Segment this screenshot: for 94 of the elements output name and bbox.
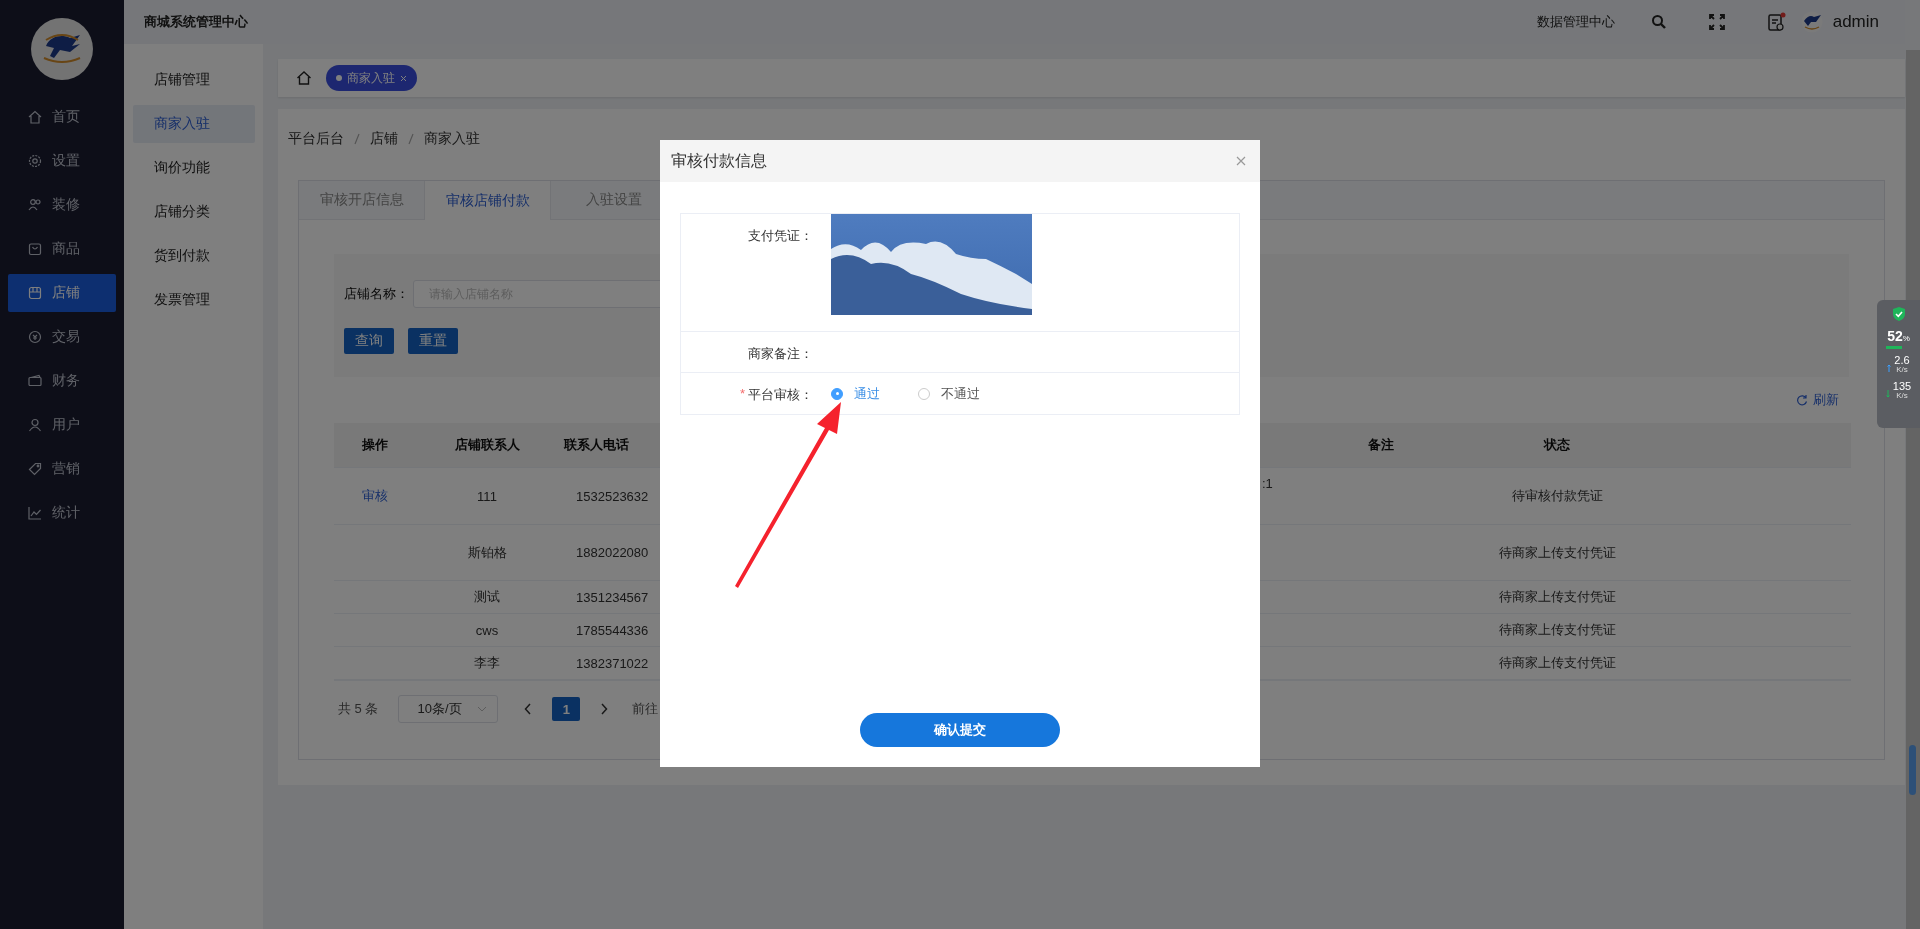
bag-icon bbox=[28, 242, 42, 256]
table-cell: 111 bbox=[477, 488, 497, 504]
next-page-icon[interactable] bbox=[600, 703, 609, 715]
chevron-down-icon bbox=[477, 706, 488, 712]
table-cell: 测试 bbox=[474, 588, 500, 606]
sidebar-item[interactable]: 商品 bbox=[8, 230, 116, 268]
people-icon bbox=[28, 198, 42, 212]
search-icon[interactable] bbox=[1650, 14, 1667, 30]
radio-option[interactable]: 不通过 bbox=[918, 384, 980, 403]
upload-arrow-icon bbox=[1887, 364, 1892, 372]
dialog-title: 审核付款信息 bbox=[671, 150, 767, 171]
home-icon bbox=[28, 110, 42, 124]
submenu-item[interactable]: 店铺管理 bbox=[133, 61, 255, 99]
required-mark: * bbox=[739, 386, 745, 401]
cpu-percent: 52 bbox=[1887, 328, 1903, 344]
previous-page-icon[interactable] bbox=[524, 703, 533, 715]
filter-button[interactable]: 查询 bbox=[344, 328, 394, 354]
sidebar-item[interactable]: 店铺 bbox=[8, 274, 116, 312]
home-icon[interactable] bbox=[296, 70, 312, 86]
download-speed: 135 bbox=[1892, 381, 1912, 391]
radio-icon[interactable] bbox=[831, 387, 843, 400]
sky-photo-placeholder[interactable] bbox=[831, 214, 1032, 315]
field-label: 平台审核： bbox=[748, 386, 813, 404]
chart-icon bbox=[28, 506, 42, 520]
speed-unit: K/s bbox=[1896, 365, 1908, 375]
slash-separator-icon bbox=[354, 133, 360, 145]
page-size-select[interactable]: 10条/页 bbox=[398, 695, 499, 723]
breadcrumb-item[interactable]: 商家入驻 bbox=[424, 130, 480, 148]
refresh-link[interactable]: 刷新 bbox=[1796, 391, 1839, 409]
close-icon[interactable] bbox=[1236, 156, 1246, 166]
table-cell: 待商家上传支付凭证 bbox=[1498, 588, 1616, 606]
table-cell: 斯铂格 bbox=[467, 543, 507, 562]
tag-icon bbox=[28, 462, 42, 476]
filter-button[interactable]: 重置 bbox=[408, 328, 458, 354]
page-tag[interactable]: 商家入驻 bbox=[326, 65, 417, 91]
table-cell: 待审核付款凭证 bbox=[1511, 487, 1603, 505]
fullscreen-icon[interactable] bbox=[1708, 14, 1725, 30]
upload-speed: 2.6 bbox=[1894, 355, 1910, 365]
table-cell: 1351234567 bbox=[576, 589, 649, 605]
data-center-link[interactable]: 数据管理中心 bbox=[1536, 13, 1615, 31]
store-icon bbox=[28, 286, 42, 300]
download-arrow-icon bbox=[1885, 390, 1890, 398]
coin-icon bbox=[28, 330, 42, 344]
submenu-item[interactable]: 商家入驻 bbox=[133, 105, 255, 143]
page-number[interactable]: 1 bbox=[552, 697, 581, 721]
submenu-item[interactable]: 店铺分类 bbox=[133, 193, 255, 231]
table-cell: 待商家上传支付凭证 bbox=[1498, 543, 1616, 562]
sidebar-item[interactable]: 用户 bbox=[8, 406, 116, 444]
column-header: 联系人电话 bbox=[563, 436, 630, 454]
speed-unit: K/s bbox=[1896, 391, 1908, 401]
refresh-icon bbox=[1796, 394, 1808, 406]
sidebar-item[interactable]: 设置 bbox=[8, 142, 116, 180]
radio-option[interactable]: 通过 bbox=[831, 384, 880, 403]
table-cell: 1882022080 bbox=[576, 545, 649, 560]
sidebar-item[interactable]: 交易 bbox=[8, 318, 116, 356]
breadcrumb-item[interactable]: 店铺 bbox=[370, 130, 398, 148]
column-header: 店铺联系人 bbox=[453, 436, 521, 454]
table-cell: 李李 bbox=[474, 654, 500, 672]
sidebar-item[interactable]: 首页 bbox=[8, 98, 116, 136]
submenu-item[interactable]: 询价功能 bbox=[133, 149, 255, 187]
submit-button[interactable]: 确认提交 bbox=[860, 713, 1060, 747]
table-cell: :1 bbox=[1262, 476, 1273, 491]
breadcrumb-item[interactable]: 平台后台 bbox=[288, 130, 344, 148]
table-cell: cws bbox=[475, 622, 499, 638]
field-label: 支付凭证： bbox=[748, 227, 813, 245]
field-label: 商家备注： bbox=[748, 345, 813, 363]
submenu-item[interactable]: 货到付款 bbox=[133, 237, 255, 275]
review-link[interactable]: 审核 bbox=[362, 487, 388, 505]
user-name[interactable]: admin bbox=[1832, 12, 1879, 32]
table-cell: 待商家上传支付凭证 bbox=[1498, 621, 1616, 639]
table-cell: 1532523632 bbox=[576, 488, 649, 504]
user-icon bbox=[28, 418, 42, 432]
table-cell: 1785544336 bbox=[576, 622, 649, 638]
total-count: 共 5 条 bbox=[338, 700, 379, 718]
submenu-item[interactable]: 发票管理 bbox=[133, 281, 255, 319]
shield-icon bbox=[1891, 306, 1906, 322]
gear-icon bbox=[28, 154, 42, 168]
goto-label: 前往 bbox=[632, 700, 659, 718]
sidebar-item[interactable]: 财务 bbox=[8, 362, 116, 400]
percent-unit: % bbox=[1902, 334, 1910, 343]
wallet-icon bbox=[28, 374, 42, 388]
column-header: 备注 bbox=[1367, 436, 1395, 454]
app-title: 商城系统管理中心 bbox=[144, 13, 248, 31]
sidebar-item[interactable]: 营销 bbox=[8, 450, 116, 488]
sidebar-item[interactable]: 统计 bbox=[8, 494, 116, 532]
slash-separator-icon bbox=[408, 133, 414, 145]
table-cell: 1382371022 bbox=[576, 655, 649, 671]
table-cell: 待商家上传支付凭证 bbox=[1498, 654, 1616, 672]
tab[interactable]: 审核店铺付款 bbox=[425, 181, 551, 220]
sidebar-item[interactable]: 装修 bbox=[8, 186, 116, 224]
column-header: 操作 bbox=[361, 436, 389, 454]
filter-label: 店铺名称： bbox=[344, 285, 409, 303]
clipboard-icon[interactable] bbox=[1766, 12, 1787, 32]
column-header: 状态 bbox=[1542, 436, 1571, 454]
